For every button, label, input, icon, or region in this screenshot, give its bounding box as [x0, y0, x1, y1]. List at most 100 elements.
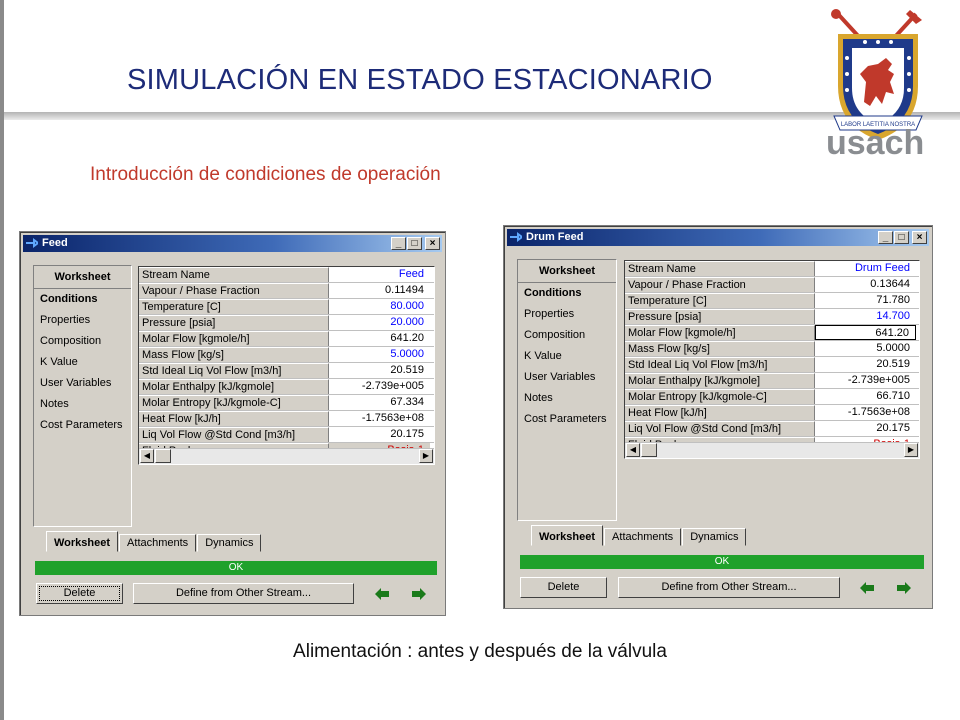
- property-value[interactable]: Feed: [329, 267, 430, 282]
- property-label: Heat Flow [kJ/h]: [625, 405, 815, 420]
- scroll-left-arrow-icon[interactable]: ◀: [140, 449, 154, 463]
- table-row: Molar Entropy [kJ/kgmole-C] 67.334: [139, 395, 434, 411]
- close-button[interactable]: ×: [425, 237, 440, 250]
- scroll-thumb[interactable]: [155, 449, 171, 463]
- drum-feed-titlebar[interactable]: Drum Feed _ □ ×: [507, 229, 929, 246]
- table-row: Molar Enthalpy [kJ/kgmole] -2.739e+005: [625, 373, 919, 389]
- property-label: Stream Name: [625, 261, 815, 276]
- property-label: Mass Flow [kg/s]: [139, 347, 329, 362]
- table-row: Heat Flow [kJ/h] -1.7563e+08: [139, 411, 434, 427]
- property-value[interactable]: 80.000: [329, 299, 430, 314]
- slide-left-rule: [0, 0, 4, 720]
- maximize-button[interactable]: □: [894, 231, 909, 244]
- usach-wordmark: usach: [826, 124, 925, 162]
- table-row: Molar Flow [kgmole/h] 641.20: [139, 331, 434, 347]
- scroll-right-arrow-icon[interactable]: ▶: [419, 449, 433, 463]
- status-bar: OK: [35, 561, 437, 575]
- horizontal-scrollbar[interactable]: ◀ ▶: [139, 448, 434, 464]
- minimize-button[interactable]: _: [391, 237, 406, 250]
- stream-icon: [26, 238, 38, 248]
- property-label: Molar Flow [kgmole/h]: [625, 325, 815, 340]
- nav-item-cost-parameters[interactable]: Cost Parameters: [34, 415, 131, 436]
- tab-attachments[interactable]: Attachments: [604, 528, 682, 546]
- tab-dynamics[interactable]: Dynamics: [682, 528, 747, 546]
- property-value[interactable]: 20.519: [329, 363, 430, 378]
- delete-button[interactable]: Delete: [520, 577, 607, 598]
- property-value[interactable]: Drum Feed: [815, 261, 916, 276]
- window-tabs: Worksheet Attachments Dynamics: [531, 525, 747, 546]
- table-row: Liq Vol Flow @Std Cond [m3/h] 20.175: [139, 427, 434, 443]
- property-value[interactable]: 20.519: [815, 357, 916, 372]
- nav-item-user-variables[interactable]: User Variables: [518, 367, 616, 388]
- nav-item-notes[interactable]: Notes: [34, 394, 131, 415]
- worksheet-nav: Worksheet Conditions Properties Composit…: [517, 259, 617, 521]
- nav-item-composition[interactable]: Composition: [518, 325, 616, 346]
- property-value[interactable]: 66.710: [815, 389, 916, 404]
- previous-arrow-icon[interactable]: [375, 588, 389, 600]
- window-title: Drum Feed: [526, 231, 584, 243]
- nav-item-conditions[interactable]: Conditions: [518, 283, 616, 304]
- scroll-left-arrow-icon[interactable]: ◀: [626, 443, 640, 457]
- feed-titlebar[interactable]: Feed _ □ ×: [23, 235, 442, 252]
- property-value[interactable]: 641.20: [815, 325, 916, 340]
- nav-item-properties[interactable]: Properties: [34, 310, 131, 331]
- table-row: Stream Name Feed: [139, 267, 434, 283]
- window-title: Feed: [42, 237, 68, 249]
- property-value[interactable]: 67.334: [329, 395, 430, 410]
- property-value[interactable]: -2.739e+005: [815, 373, 916, 388]
- close-button[interactable]: ×: [912, 231, 927, 244]
- nav-item-composition[interactable]: Composition: [34, 331, 131, 352]
- property-value[interactable]: 14.700: [815, 309, 916, 324]
- conditions-grid: Stream Name Drum Feed Vapour / Phase Fract…: [624, 260, 920, 459]
- nav-item-notes[interactable]: Notes: [518, 388, 616, 409]
- nav-item-k-value[interactable]: K Value: [518, 346, 616, 367]
- property-label: Molar Flow [kgmole/h]: [139, 331, 329, 346]
- scroll-thumb[interactable]: [641, 443, 657, 457]
- maximize-button[interactable]: □: [407, 237, 422, 250]
- tab-attachments[interactable]: Attachments: [119, 534, 197, 552]
- worksheet-nav-header: Worksheet: [34, 266, 131, 289]
- property-value[interactable]: 71.780: [815, 293, 916, 308]
- scroll-right-arrow-icon[interactable]: ▶: [904, 443, 918, 457]
- table-row: Vapour / Phase Fraction 0.11494: [139, 283, 434, 299]
- define-from-other-stream-button[interactable]: Define from Other Stream...: [133, 583, 354, 604]
- property-value[interactable]: 5.0000: [329, 347, 430, 362]
- table-row: Temperature [C] 71.780: [625, 293, 919, 309]
- nav-item-k-value[interactable]: K Value: [34, 352, 131, 373]
- property-label: Molar Enthalpy [kJ/kgmole]: [625, 373, 815, 388]
- slide-title: SIMULACIÓN EN ESTADO ESTACIONARIO: [127, 64, 713, 96]
- next-arrow-icon[interactable]: [897, 582, 911, 594]
- property-value[interactable]: 20.175: [329, 427, 430, 442]
- property-label: Temperature [C]: [625, 293, 815, 308]
- delete-button[interactable]: Delete: [36, 583, 123, 604]
- property-value[interactable]: -2.739e+005: [329, 379, 430, 394]
- define-from-other-stream-button[interactable]: Define from Other Stream...: [618, 577, 840, 598]
- horizontal-scrollbar[interactable]: ◀ ▶: [625, 442, 919, 458]
- property-value[interactable]: 5.0000: [815, 341, 916, 356]
- property-label: Vapour / Phase Fraction: [625, 277, 815, 292]
- property-value[interactable]: -1.7563e+08: [815, 405, 916, 420]
- property-value[interactable]: 0.13644: [815, 277, 916, 292]
- nav-item-user-variables[interactable]: User Variables: [34, 373, 131, 394]
- nav-item-properties[interactable]: Properties: [518, 304, 616, 325]
- property-value[interactable]: 0.11494: [329, 283, 430, 298]
- previous-arrow-icon[interactable]: [860, 582, 874, 594]
- property-label: Pressure [psia]: [625, 309, 815, 324]
- minimize-button[interactable]: _: [878, 231, 893, 244]
- nav-item-conditions[interactable]: Conditions: [34, 289, 131, 310]
- table-row: Liq Vol Flow @Std Cond [m3/h] 20.175: [625, 421, 919, 437]
- property-value[interactable]: 20.000: [329, 315, 430, 330]
- property-value[interactable]: 20.175: [815, 421, 916, 436]
- property-value[interactable]: -1.7563e+08: [329, 411, 430, 426]
- property-value[interactable]: 641.20: [329, 331, 430, 346]
- next-arrow-icon[interactable]: [412, 588, 426, 600]
- property-label: Liq Vol Flow @Std Cond [m3/h]: [139, 427, 329, 442]
- tab-dynamics[interactable]: Dynamics: [197, 534, 262, 552]
- slide-subtitle: Introducción de condiciones de operación: [90, 164, 441, 185]
- nav-item-cost-parameters[interactable]: Cost Parameters: [518, 409, 616, 430]
- feed-window: Feed _ □ × Worksheet Conditions Properti…: [19, 231, 446, 616]
- property-label: Molar Enthalpy [kJ/kgmole]: [139, 379, 329, 394]
- tab-worksheet[interactable]: Worksheet: [46, 531, 119, 552]
- property-label: Std Ideal Liq Vol Flow [m3/h]: [625, 357, 815, 372]
- tab-worksheet[interactable]: Worksheet: [531, 525, 604, 546]
